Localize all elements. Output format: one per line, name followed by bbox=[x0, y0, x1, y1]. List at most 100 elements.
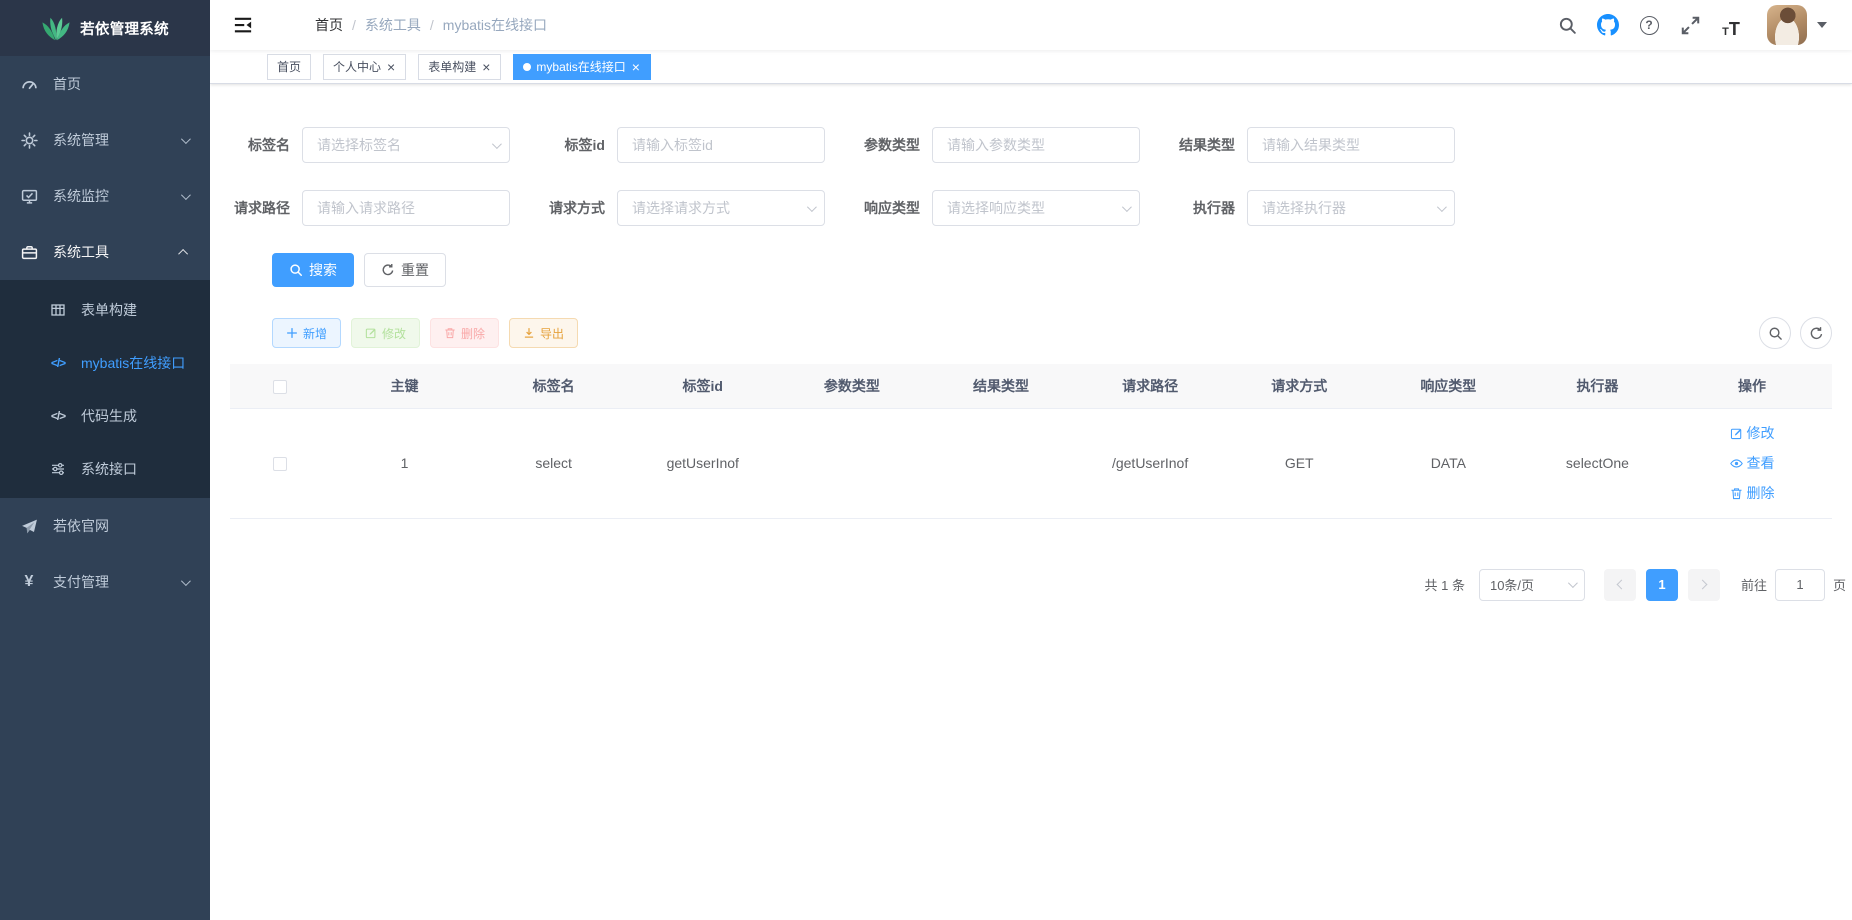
param-type-input[interactable] bbox=[932, 127, 1140, 163]
cell-request-method: GET bbox=[1225, 408, 1374, 518]
close-icon[interactable]: × bbox=[481, 60, 491, 74]
row-view-link[interactable]: 查看 bbox=[1730, 453, 1775, 473]
column-header: 参数类型 bbox=[777, 364, 926, 408]
cell-param-type bbox=[777, 408, 926, 518]
cell-executor: selectOne bbox=[1523, 408, 1672, 518]
executor-select[interactable]: 请选择执行器 bbox=[1247, 190, 1455, 226]
page-size-select[interactable]: 10条/页 bbox=[1479, 569, 1585, 601]
filter-row-1: 标签名 请选择标签名 标签id 参数类型 结果类型 bbox=[230, 127, 1832, 163]
tab-profile[interactable]: 个人中心 × bbox=[323, 54, 406, 80]
sidebar-item-code-generator[interactable]: </> 代码生成 bbox=[0, 389, 210, 442]
row-delete-link[interactable]: 删除 bbox=[1730, 483, 1775, 503]
row-checkbox[interactable] bbox=[273, 457, 287, 471]
cell-actions: 修改 查看 bbox=[1672, 408, 1832, 518]
user-menu[interactable] bbox=[1767, 5, 1827, 45]
request-method-select[interactable]: 请选择请求方式 bbox=[617, 190, 825, 226]
request-path-input[interactable] bbox=[302, 190, 510, 226]
chevron-left-icon bbox=[1617, 580, 1627, 590]
sidebar-item-system-monitor[interactable]: 系统监控 bbox=[0, 168, 210, 224]
sidebar-item-form-builder[interactable]: 表单构建 bbox=[0, 283, 210, 336]
fullscreen-icon[interactable] bbox=[1677, 12, 1703, 38]
close-icon[interactable]: × bbox=[386, 60, 396, 74]
filter-tag-name: 标签名 请选择标签名 bbox=[230, 127, 545, 163]
page-number-button[interactable]: 1 bbox=[1646, 569, 1678, 601]
column-header: 请求路径 bbox=[1076, 364, 1225, 408]
show-search-toggle-icon[interactable] bbox=[1759, 317, 1791, 349]
export-button[interactable]: 导出 bbox=[509, 318, 578, 348]
field-label: 请求方式 bbox=[545, 198, 617, 218]
filter-tag-id: 标签id bbox=[545, 127, 860, 163]
pagination: 共 1 条 10条/页 1 前往 页 bbox=[230, 569, 1846, 601]
select-all-checkbox[interactable] bbox=[273, 380, 287, 394]
goto-page-input[interactable] bbox=[1775, 569, 1825, 601]
sidebar-item-label: 表单构建 bbox=[81, 300, 137, 320]
refresh-icon bbox=[381, 263, 395, 277]
table-toolbar: 新增 修改 删除 导出 bbox=[272, 317, 1832, 349]
help-icon[interactable]: ? bbox=[1636, 12, 1662, 38]
column-header: 响应类型 bbox=[1374, 364, 1523, 408]
close-icon[interactable]: × bbox=[631, 60, 641, 74]
refresh-table-icon[interactable] bbox=[1800, 317, 1832, 349]
cell-tag-name: select bbox=[479, 408, 628, 518]
sidebar-collapse-toggle[interactable] bbox=[233, 15, 253, 35]
result-type-input[interactable] bbox=[1247, 127, 1455, 163]
column-header: 结果类型 bbox=[926, 364, 1075, 408]
search-icon[interactable] bbox=[1554, 12, 1580, 38]
breadcrumb-home[interactable]: 首页 bbox=[315, 15, 343, 35]
tab-label: mybatis在线接口 bbox=[536, 58, 625, 75]
sidebar-item-mybatis-online-api[interactable]: </> mybatis在线接口 bbox=[0, 336, 210, 389]
sidebar-item-label: mybatis在线接口 bbox=[81, 353, 185, 373]
sidebar-item-label: 若依官网 bbox=[53, 516, 109, 536]
add-button[interactable]: 新增 bbox=[272, 318, 341, 348]
tab-mybatis-online-api[interactable]: mybatis在线接口 × bbox=[513, 54, 651, 80]
cell-result-type bbox=[926, 408, 1075, 518]
sliders-icon bbox=[49, 461, 67, 477]
edit-button[interactable]: 修改 bbox=[351, 318, 420, 348]
tab-home[interactable]: 首页 bbox=[267, 54, 311, 80]
cell-request-path: /getUserInof bbox=[1076, 408, 1225, 518]
eye-icon bbox=[1730, 457, 1743, 470]
response-type-select[interactable]: 请选择响应类型 bbox=[932, 190, 1140, 226]
sidebar-item-label: 首页 bbox=[53, 74, 81, 94]
edit-icon bbox=[1730, 427, 1743, 440]
filter-row-2: 请求路径 请求方式 请选择请求方式 响应类型 请选择响应类型 执行器 bbox=[230, 190, 1832, 226]
table-row[interactable]: 1 select getUserInof /getUserInof GET DA… bbox=[230, 408, 1832, 518]
app-title: 若依管理系统 bbox=[80, 18, 169, 39]
font-size-icon[interactable]: TT bbox=[1718, 12, 1744, 38]
breadcrumb-system-tools: 系统工具 bbox=[365, 15, 421, 35]
sidebar-item-label: 系统监控 bbox=[53, 186, 109, 206]
tag-id-input[interactable] bbox=[617, 127, 825, 163]
tab-label: 表单构建 bbox=[428, 58, 476, 75]
row-edit-link[interactable]: 修改 bbox=[1730, 423, 1775, 443]
sidebar-item-official-site[interactable]: 若依官网 bbox=[0, 498, 210, 554]
github-icon[interactable] bbox=[1595, 12, 1621, 38]
field-label: 标签名 bbox=[230, 135, 302, 155]
plus-icon bbox=[286, 327, 298, 339]
tag-name-select[interactable]: 请选择标签名 bbox=[302, 127, 510, 163]
sidebar-item-system-api[interactable]: 系统接口 bbox=[0, 442, 210, 495]
delete-button[interactable]: 删除 bbox=[430, 318, 499, 348]
sidebar-menu: 首页 系统管理 系统监控 系统工具 bbox=[0, 56, 210, 610]
app-logo[interactable]: 若依管理系统 bbox=[0, 0, 210, 56]
tab-label: 首页 bbox=[277, 58, 301, 75]
search-button[interactable]: 搜索 bbox=[272, 253, 354, 287]
column-header: 操作 bbox=[1672, 364, 1832, 408]
next-page-button[interactable] bbox=[1688, 569, 1720, 601]
field-label: 请求路径 bbox=[230, 198, 302, 218]
table-grid-icon bbox=[49, 302, 67, 318]
sidebar-item-label: 系统工具 bbox=[53, 242, 109, 262]
reset-button[interactable]: 重置 bbox=[364, 253, 446, 287]
prev-page-button[interactable] bbox=[1604, 569, 1636, 601]
goto-label: 前往 bbox=[1741, 575, 1767, 594]
filter-request-path: 请求路径 bbox=[230, 190, 545, 226]
cell-primary-key: 1 bbox=[330, 408, 479, 518]
field-label: 响应类型 bbox=[860, 198, 932, 218]
tab-form-builder[interactable]: 表单构建 × bbox=[418, 54, 501, 80]
column-header: 执行器 bbox=[1523, 364, 1672, 408]
sidebar-item-home[interactable]: 首页 bbox=[0, 56, 210, 112]
sidebar-item-system-manage[interactable]: 系统管理 bbox=[0, 112, 210, 168]
navbar-actions: ? TT bbox=[1554, 5, 1827, 45]
field-label: 参数类型 bbox=[860, 135, 932, 155]
sidebar-item-payment-manage[interactable]: ¥ 支付管理 bbox=[0, 554, 210, 610]
sidebar-item-system-tools[interactable]: 系统工具 bbox=[0, 224, 210, 280]
